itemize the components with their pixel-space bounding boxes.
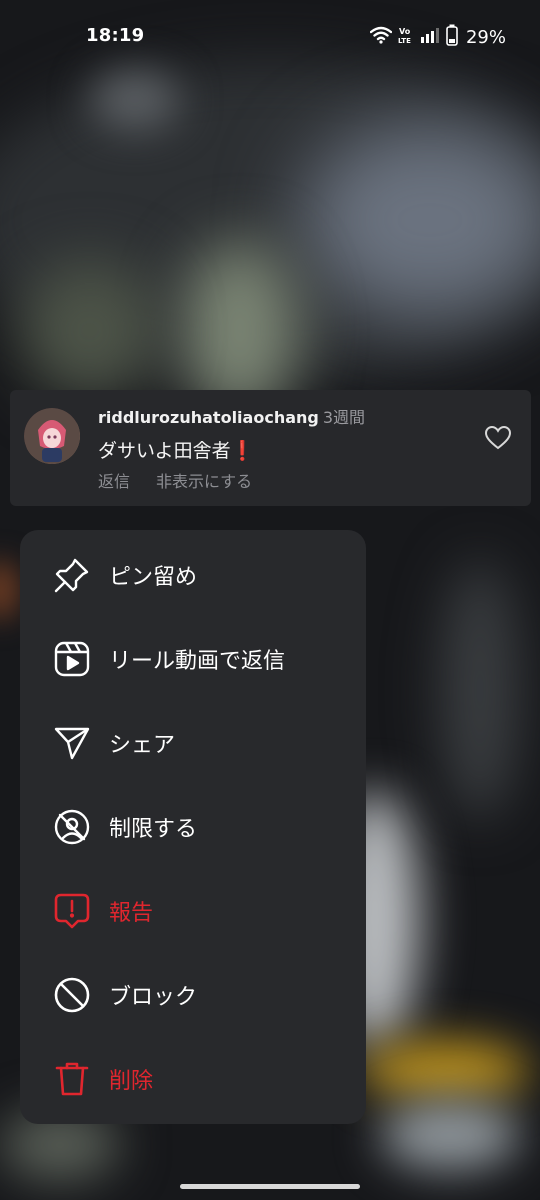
- restrict-icon: [53, 808, 91, 846]
- pin-icon: [53, 556, 91, 594]
- comment-actions: 返信 非表示にする: [98, 468, 252, 492]
- reel-icon: [53, 640, 91, 678]
- comment-options-menu: ピン留め リール動画で返信 シェア 制限する 報告 ブロック 削除: [20, 530, 366, 1124]
- status-time: 18:19: [86, 25, 145, 46]
- menu-label-block: ブロック: [109, 985, 198, 1010]
- screen: 18:19 Vo LTE 29% riddlurozuhatoliaochang…: [0, 0, 540, 1200]
- svg-text:LTE: LTE: [398, 37, 411, 44]
- battery-percent: 29%: [465, 26, 506, 48]
- trash-icon: [53, 1060, 91, 1098]
- menu-item-pin[interactable]: ピン留め: [20, 533, 366, 617]
- comment-text: ダサいよ田舎者❗: [98, 440, 255, 462]
- menu-item-report[interactable]: 報告: [20, 869, 366, 953]
- home-indicator[interactable]: [180, 1184, 360, 1189]
- reply-button[interactable]: 返信: [98, 468, 130, 492]
- avatar[interactable]: [24, 408, 80, 464]
- menu-item-restrict[interactable]: 制限する: [20, 785, 366, 869]
- menu-label-pin: ピン留め: [109, 565, 198, 590]
- volte-icon: Vo LTE: [398, 26, 414, 48]
- wifi-icon: [369, 26, 393, 48]
- like-heart-icon[interactable]: [484, 425, 512, 450]
- menu-item-share[interactable]: シェア: [20, 701, 366, 785]
- comment-timestamp: 3週間: [322, 408, 366, 427]
- menu-item-block[interactable]: ブロック: [20, 953, 366, 1037]
- menu-label-restrict: 制限する: [109, 817, 198, 842]
- menu-label-reel-reply: リール動画で返信: [109, 649, 286, 674]
- signal-icon: [420, 27, 440, 47]
- menu-label-delete: 削除: [109, 1069, 154, 1094]
- hide-button[interactable]: 非表示にする: [156, 468, 252, 492]
- report-icon: [53, 892, 91, 930]
- svg-text:Vo: Vo: [399, 27, 411, 36]
- comment-card[interactable]: riddlurozuhatoliaochang 3週間 ダサいよ田舎者❗ 返信 非…: [10, 390, 531, 506]
- status-bar: 18:19 Vo LTE 29%: [0, 0, 540, 72]
- block-icon: [53, 976, 91, 1014]
- send-icon: [53, 724, 91, 762]
- menu-label-share: シェア: [109, 733, 176, 758]
- comment-header: riddlurozuhatoliaochang 3週間: [98, 404, 365, 428]
- status-icons: Vo LTE 29%: [369, 24, 506, 50]
- battery-icon: [446, 24, 458, 50]
- menu-label-report: 報告: [109, 901, 154, 926]
- menu-item-delete[interactable]: 削除: [20, 1037, 366, 1121]
- menu-item-reel-reply[interactable]: リール動画で返信: [20, 617, 366, 701]
- comment-username[interactable]: riddlurozuhatoliaochang: [98, 408, 319, 427]
